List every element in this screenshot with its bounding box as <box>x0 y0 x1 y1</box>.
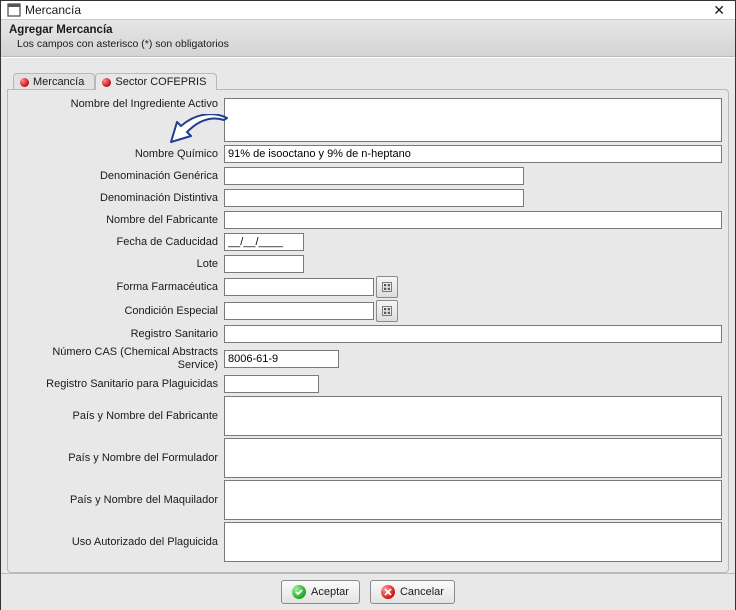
label-lote: Lote <box>14 258 224 271</box>
label-pais-fab: País y Nombre del Fabricante <box>14 410 224 423</box>
label-denominacion-distintiva: Denominación Distintiva <box>14 192 224 205</box>
input-nombre-fabricante[interactable] <box>224 211 722 229</box>
window-icon <box>7 3 21 17</box>
label-condicion-especial: Condición Especial <box>14 305 224 318</box>
footer: Aceptar Cancelar <box>1 573 735 610</box>
lookup-forma-farmaceutica-button[interactable] <box>376 276 398 298</box>
label-uso-aut: Uso Autorizado del Plaguicida <box>14 536 224 549</box>
label-fecha-caducidad: Fecha de Caducidad <box>14 236 224 249</box>
input-nombre-quimico[interactable] <box>224 145 722 163</box>
input-pais-form[interactable] <box>224 438 722 478</box>
label-nombre-fabricante: Nombre del Fabricante <box>14 214 224 227</box>
subheader-subtitle: Los campos con asterisco (*) son obligat… <box>17 38 727 50</box>
work-area: Mercancía Sector COFEPRIS Nombre del Ing… <box>1 57 735 573</box>
tab-cofepris[interactable]: Sector COFEPRIS <box>95 73 217 90</box>
subheader-title: Agregar Mercancía <box>9 24 727 36</box>
cancel-icon <box>381 585 395 599</box>
cancel-button[interactable]: Cancelar <box>370 580 455 604</box>
input-denominacion-distintiva[interactable] <box>224 189 524 207</box>
accept-button[interactable]: Aceptar <box>281 580 360 604</box>
catalog-icon <box>381 281 393 293</box>
check-icon <box>292 585 306 599</box>
label-pais-maq: País y Nombre del Maquilador <box>14 494 224 507</box>
label-pais-form: País y Nombre del Formulador <box>14 452 224 465</box>
tab-cofepris-label: Sector COFEPRIS <box>115 76 206 88</box>
titlebar: Mercancía ✕ <box>1 1 735 20</box>
catalog-icon <box>381 305 393 317</box>
input-forma-farmaceutica[interactable] <box>224 278 374 296</box>
label-denominacion-generica: Denominación Genérica <box>14 170 224 183</box>
label-registro-sanitario: Registro Sanitario <box>14 328 224 341</box>
subheader: Agregar Mercancía Los campos con asteris… <box>1 20 735 57</box>
input-pais-maq[interactable] <box>224 480 722 520</box>
input-reg-san-plag[interactable] <box>224 375 319 393</box>
window-title: Mercancía <box>25 3 709 17</box>
label-nombre-quimico: Nombre Químico <box>14 148 224 161</box>
label-cas: Número CAS (Chemical Abstracts Service) <box>14 346 224 372</box>
input-fecha-caducidad[interactable] <box>224 233 304 251</box>
label-forma-farmaceutica: Forma Farmacéutica <box>14 281 224 294</box>
input-pais-fab[interactable] <box>224 396 722 436</box>
cancel-button-label: Cancelar <box>400 586 444 598</box>
input-registro-sanitario[interactable] <box>224 325 722 343</box>
tab-panel-cofepris: Nombre del Ingrediente Activo Nombre Quí… <box>7 89 729 573</box>
dot-icon <box>20 78 29 87</box>
input-condicion-especial[interactable] <box>224 302 374 320</box>
label-reg-san-plag: Registro Sanitario para Plaguicidas <box>14 378 224 391</box>
tab-mercancia[interactable]: Mercancía <box>13 73 95 90</box>
label-nombre-ingrediente: Nombre del Ingrediente Activo <box>14 98 224 142</box>
input-uso-aut[interactable] <box>224 522 722 562</box>
tabstrip: Mercancía Sector COFEPRIS <box>13 72 729 89</box>
input-lote[interactable] <box>224 255 304 273</box>
input-cas[interactable] <box>224 350 339 368</box>
close-icon[interactable]: ✕ <box>709 1 729 19</box>
dot-icon <box>102 78 111 87</box>
lookup-condicion-especial-button[interactable] <box>376 300 398 322</box>
tab-mercancia-label: Mercancía <box>33 76 84 88</box>
input-nombre-ingrediente[interactable] <box>224 98 722 142</box>
input-denominacion-generica[interactable] <box>224 167 524 185</box>
mercancia-window: Mercancía ✕ Agregar Mercancía Los campos… <box>0 0 736 610</box>
accept-button-label: Aceptar <box>311 586 349 598</box>
